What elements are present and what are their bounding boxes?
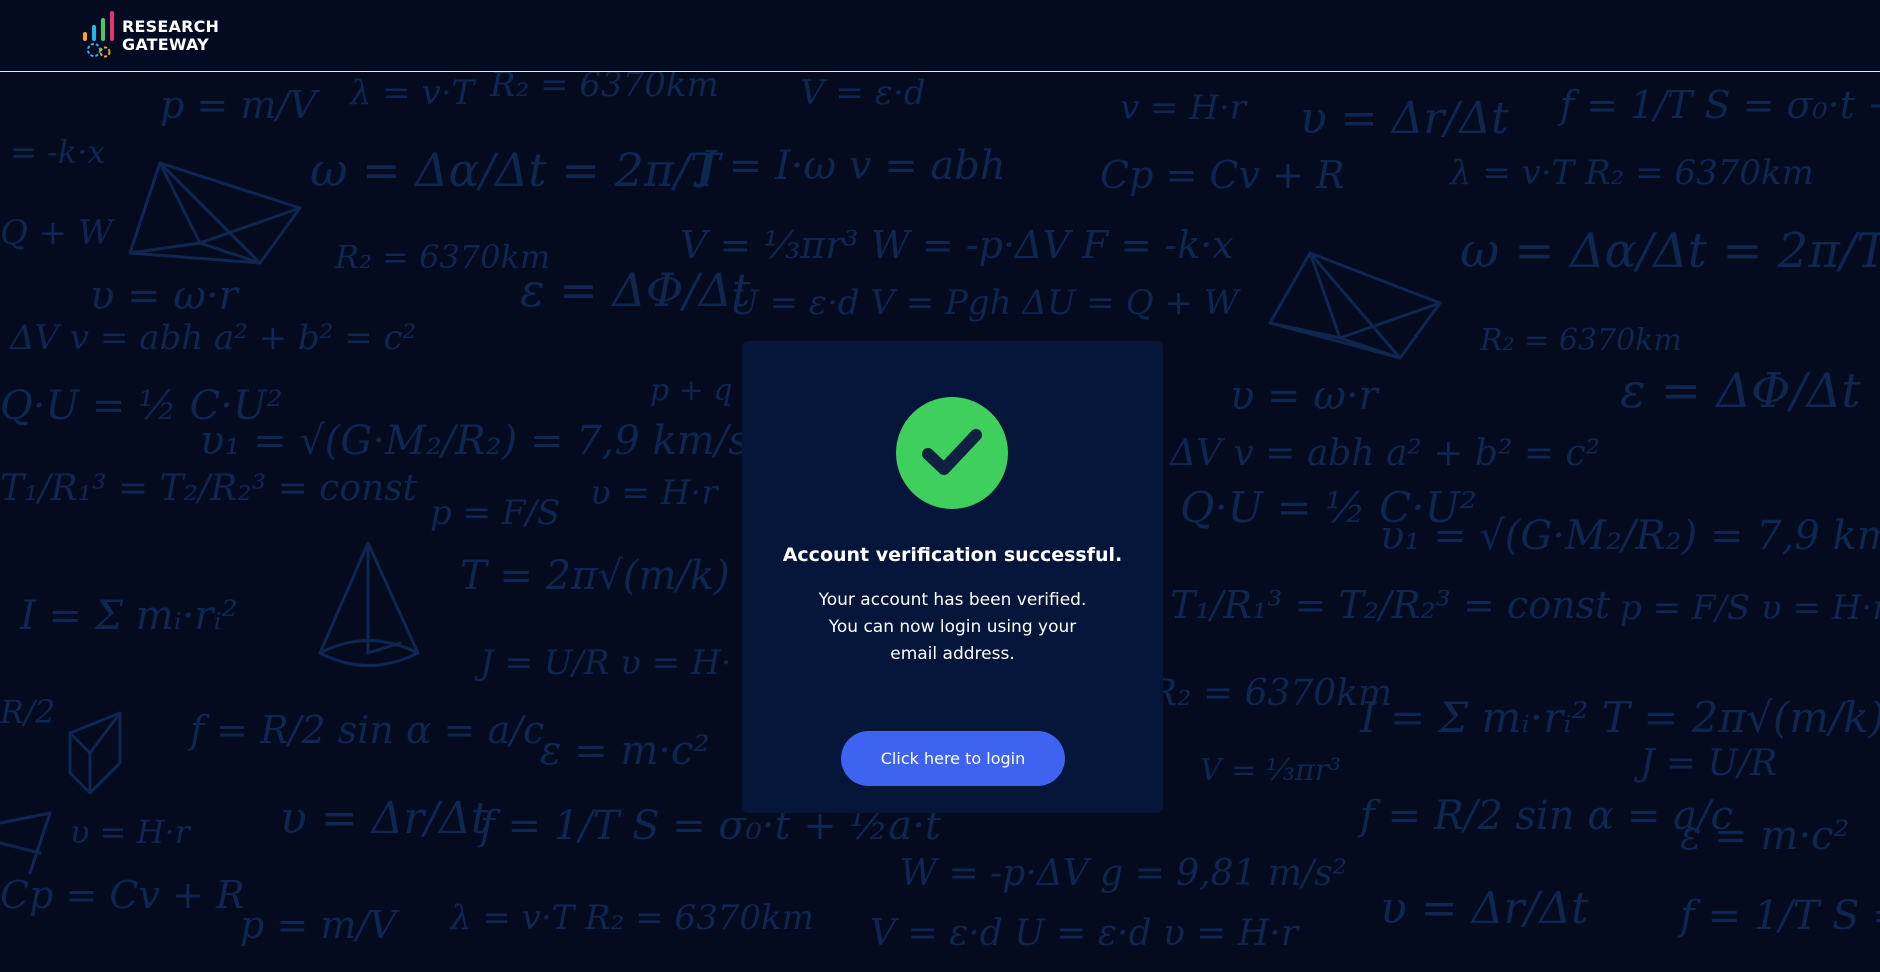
research-gateway-logo[interactable]: RESEARCH GATEWAY [80,10,219,62]
logo-line-2: GATEWAY [122,35,209,54]
top-header: RESEARCH GATEWAY [0,0,1880,72]
login-button[interactable]: Click here to login [841,731,1065,786]
check-circle-icon [896,397,1008,509]
logo-line-1: RESEARCH [122,17,220,36]
logo-text: RESEARCH GATEWAY [122,18,219,54]
verification-message: Your account has been verified. You can … [802,587,1103,668]
message-line: email address. [890,644,1015,664]
verification-page: p = m/V λ = v·T R₂ = 6370km V = ε·d v = … [0,0,1880,972]
verification-title: Account verification successful. [782,544,1123,566]
message-line: Your account has been verified. [818,590,1087,610]
verification-card: Account verification successful. Your ac… [742,341,1163,813]
bar-chart-gear-icon [80,10,118,62]
message-line: You can now login using your [828,617,1077,637]
